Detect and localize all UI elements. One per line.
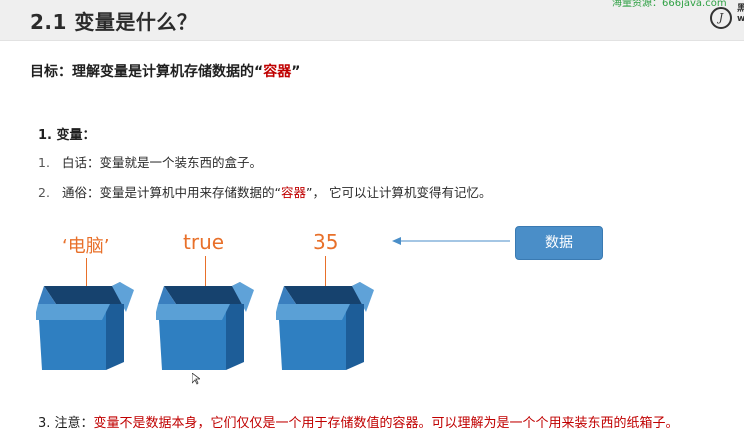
list-item-number: 1. [38,155,50,170]
goal-suffix: ” [291,64,301,80]
list-item: 2. 通俗：变量是计算机中用来存储数据的“容器”， 它可以让计算机变得有记忆。 [38,182,491,201]
mouse-cursor-icon [192,373,200,385]
list-item: 1. 白话：变量就是一个装东西的盒子。 [38,152,262,171]
section-heading: 1. 变量： [38,128,96,143]
data-button[interactable]: 数据 [515,226,603,260]
storage-box-icon [36,282,134,370]
list-item-suffix: ”， 它可以让计算机变得有记忆。 [306,185,492,200]
arrow-left-icon [392,237,510,245]
note-text: 变量不是数据本身，它们仅仅是一个用于存储数值的容器。可以理解为是一个个用来装东西… [93,416,679,431]
brand-logo-icon: J [710,7,732,29]
note-line: 3. 注意：变量不是数据本身，它们仅仅是一个用于存储数值的容器。可以理解为是一个… [38,412,679,431]
list-item-text: 白话：变量就是一个装东西的盒子。 [62,155,263,170]
learning-goal: 目标：理解变量是计算机存储数据的“容器” [30,61,300,81]
box-label-true: true [183,230,225,254]
box-label-computer: ‘电脑’ [62,236,110,257]
goal-highlight: 容器 [263,64,292,80]
goal-prefix: 目标：理解变量是计算机存储数据的“ [30,64,264,80]
list-item-number: 2. [38,185,50,200]
list-item-prefix: 通俗：变量是计算机中用来存储数据的“ [62,185,281,200]
storage-box-icon [156,282,254,370]
storage-box-icon [276,282,374,370]
box-label-35: 35 [313,230,339,254]
watermark-text: 海量资源：666java.com [612,0,727,9]
slide-title: 2.1 变量是什么？ [30,10,198,34]
brand-logo-text: 黑 w [737,4,744,24]
list-item-highlight: 容器 [280,185,306,200]
note-lead: 3. 注意： [38,416,94,431]
